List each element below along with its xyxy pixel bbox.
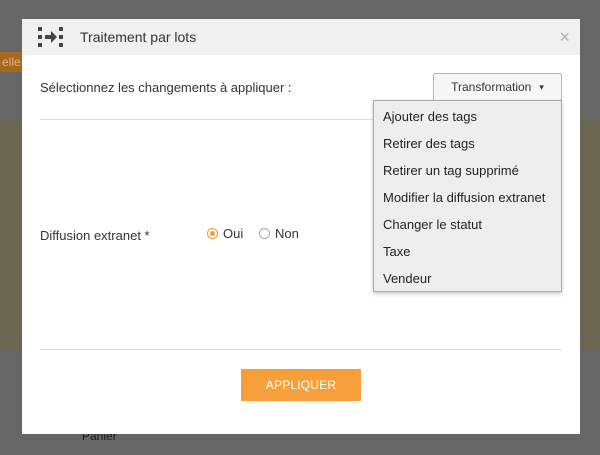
background-tab: elle — [0, 52, 22, 72]
caret-down-icon: ▾ — [539, 81, 544, 92]
modal-header: Traitement par lots × — [22, 19, 580, 55]
changes-select-label: Sélectionnez les changements à appliquer… — [40, 80, 292, 95]
batch-process-icon — [37, 25, 65, 49]
radio-oui-label: Oui — [223, 226, 244, 241]
menu-item-tax[interactable]: Taxe — [374, 239, 561, 266]
transformation-button-label: Transformation — [451, 80, 532, 94]
close-button[interactable]: × — [559, 27, 570, 47]
radio-non-label: Non — [275, 226, 299, 241]
menu-item-vendor[interactable]: Vendeur — [374, 266, 561, 293]
bottom-divider — [40, 349, 562, 350]
transformation-dropdown-button[interactable]: Transformation ▾ — [433, 73, 562, 101]
menu-item-remove-deleted-tag[interactable]: Retirer un tag supprimé — [374, 158, 561, 185]
transformation-dropdown-menu: Ajouter des tags Retirer des tags Retire… — [373, 100, 562, 292]
menu-item-add-tags[interactable]: Ajouter des tags — [374, 104, 561, 131]
radio-non[interactable]: Non — [259, 226, 299, 241]
radio-oui-indicator[interactable] — [207, 228, 218, 239]
background-band-right — [580, 120, 600, 350]
radio-oui[interactable]: Oui — [207, 226, 243, 241]
menu-item-remove-tags[interactable]: Retirer des tags — [374, 131, 561, 158]
diffusion-extranet-label: Diffusion extranet * — [40, 228, 150, 243]
background-band-left — [0, 120, 22, 350]
modal-title: Traitement par lots — [80, 29, 197, 45]
apply-button[interactable]: APPLIQUER — [241, 369, 361, 401]
radio-non-indicator[interactable] — [259, 228, 270, 239]
menu-item-modify-extranet-diffusion[interactable]: Modifier la diffusion extranet — [374, 185, 561, 212]
menu-item-change-status[interactable]: Changer le statut — [374, 212, 561, 239]
